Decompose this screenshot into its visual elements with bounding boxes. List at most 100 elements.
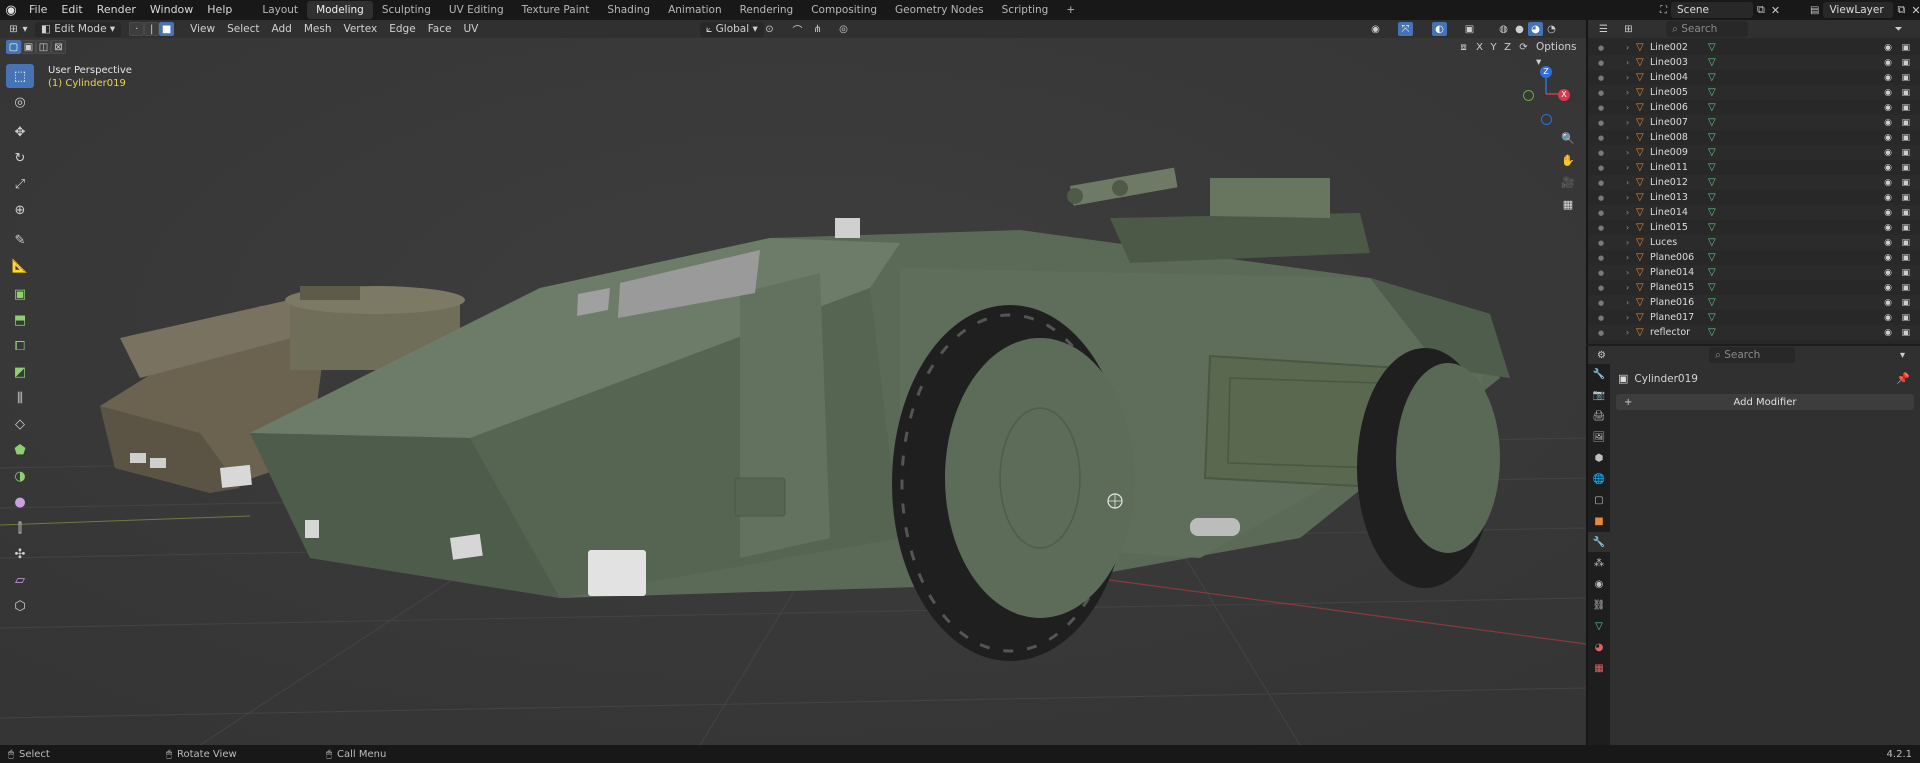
shear-tool-icon[interactable]: ▱ <box>6 568 34 592</box>
pan-hand-icon[interactable]: ✋ <box>1558 150 1578 170</box>
eye-icon[interactable]: ◉ <box>1884 208 1892 218</box>
axis-x-toggle[interactable]: X <box>1472 40 1487 54</box>
camera-render-icon[interactable]: ▣ <box>1901 253 1910 263</box>
eye-icon[interactable]: ◉ <box>1884 58 1892 68</box>
cursor-tool-icon[interactable]: ◎ <box>6 90 34 114</box>
camera-render-icon[interactable]: ▣ <box>1901 148 1910 158</box>
camera-render-icon[interactable]: ▣ <box>1901 58 1910 68</box>
mesh-data-icon[interactable]: ▽ <box>1708 207 1716 218</box>
particles-tab-icon[interactable]: ⁂ <box>1588 553 1610 573</box>
pin-icon[interactable]: 📌 <box>1896 372 1910 385</box>
outliner-row[interactable]: ● › ▽ Plane015 ▽ ◉ ▣ <box>1588 280 1920 295</box>
snap-target-icon[interactable]: ⋔ <box>810 22 825 36</box>
mesh-data-icon[interactable]: ▽ <box>1708 102 1716 113</box>
camera-render-icon[interactable]: ▣ <box>1901 208 1910 218</box>
scene-tab-icon[interactable]: ⬢ <box>1588 448 1610 468</box>
expand-arrow-icon[interactable]: › <box>1626 298 1636 307</box>
bevel-tool-icon[interactable]: ◩ <box>6 360 34 384</box>
outliner-row[interactable]: ● › ▽ Plane014 ▽ ◉ ▣ <box>1588 265 1920 280</box>
expand-arrow-icon[interactable]: › <box>1626 328 1636 337</box>
outliner-row[interactable]: ● › ▽ Plane006 ▽ ◉ ▣ <box>1588 250 1920 265</box>
eye-icon[interactable]: ◉ <box>1884 238 1892 248</box>
vertex-select-icon[interactable]: · <box>129 22 145 36</box>
new-scene-icon[interactable]: ⧉ <box>1757 3 1765 17</box>
visibility-icon[interactable]: ◉ <box>1368 22 1383 36</box>
outliner-item-name[interactable]: Line005 <box>1650 87 1708 98</box>
scene-name-field[interactable]: Scene <box>1671 2 1753 18</box>
camera-render-icon[interactable]: ▣ <box>1901 88 1910 98</box>
outliner-item-name[interactable]: Plane017 <box>1650 312 1708 323</box>
camera-view-icon[interactable]: 🎥 <box>1558 172 1578 192</box>
shading-solid-icon[interactable]: ● <box>1512 22 1527 36</box>
outliner-row[interactable]: ● › ▽ Line003 ▽ ◉ ▣ <box>1588 55 1920 70</box>
extrude-tool-icon[interactable]: ⬒ <box>6 308 34 332</box>
proportional-edit-icon[interactable]: ◎ <box>836 22 851 36</box>
rip-tool-icon[interactable]: ⬡ <box>6 594 34 618</box>
scale-tool-icon[interactable]: ⤢ <box>6 172 34 196</box>
camera-render-icon[interactable]: ▣ <box>1901 298 1910 308</box>
viewlayer-selector[interactable]: ▤ ViewLayer ⧉ ✕ <box>1810 2 1920 18</box>
outliner-item-name[interactable]: Line012 <box>1650 177 1708 188</box>
shrink-fatten-tool-icon[interactable]: ✣ <box>6 542 34 566</box>
eye-icon[interactable]: ◉ <box>1884 313 1892 323</box>
outliner-row[interactable]: ● › ▽ Line013 ▽ ◉ ▣ <box>1588 190 1920 205</box>
edge-select-icon[interactable]: | <box>144 22 160 36</box>
face-select-icon[interactable]: ■ <box>159 22 175 36</box>
expand-arrow-icon[interactable]: › <box>1626 118 1636 127</box>
eye-icon[interactable]: ◉ <box>1884 133 1892 143</box>
delete-scene-icon[interactable]: ✕ <box>1771 4 1780 17</box>
material-tab-icon[interactable]: ◕ <box>1588 637 1610 657</box>
rotate-tool-icon[interactable]: ↻ <box>6 146 34 170</box>
workspace-tab-modeling[interactable]: Modeling <box>307 1 373 19</box>
workspace-tab-texture-paint[interactable]: Texture Paint <box>513 1 599 19</box>
axis-y-toggle[interactable]: Y <box>1486 40 1501 54</box>
snap-icon[interactable]: ⌒ <box>790 22 805 37</box>
outliner-row[interactable]: ● › ▽ Luces ▽ ◉ ▣ <box>1588 235 1920 250</box>
eye-icon[interactable]: ◉ <box>1884 193 1892 203</box>
output-tab-icon[interactable]: 🖨 <box>1588 406 1610 426</box>
chevron-down-icon[interactable]: ▾ <box>1895 348 1910 362</box>
viewport-menu-add[interactable]: Add <box>265 22 297 37</box>
camera-render-icon[interactable]: ▣ <box>1901 268 1910 278</box>
camera-render-icon[interactable]: ▣ <box>1901 118 1910 128</box>
mesh-data-icon[interactable]: ▽ <box>1708 57 1716 68</box>
outliner-item-name[interactable]: Plane015 <box>1650 282 1708 293</box>
select-box-tool-icon[interactable]: ⬚ <box>6 64 34 88</box>
mesh-data-icon[interactable]: ▽ <box>1708 117 1716 128</box>
select-mode-subtract-icon[interactable]: ◫ <box>36 40 51 54</box>
workspace-tab-sculpting[interactable]: Sculpting <box>373 1 440 19</box>
outliner-item-name[interactable]: Plane014 <box>1650 267 1708 278</box>
outliner-item-name[interactable]: Line009 <box>1650 147 1708 158</box>
camera-render-icon[interactable]: ▣ <box>1901 133 1910 143</box>
add-modifier-button[interactable]: + Add Modifier <box>1616 394 1914 410</box>
transform-orientation-selector[interactable]: ⟀ Global ▾ <box>700 21 764 37</box>
editor-type-icon[interactable]: ⊞ <box>6 22 21 36</box>
workspace-tab-geometry-nodes[interactable]: Geometry Nodes <box>886 1 993 19</box>
expand-arrow-icon[interactable]: › <box>1626 163 1636 172</box>
outliner-row[interactable]: ● › ▽ Line012 ▽ ◉ ▣ <box>1588 175 1920 190</box>
camera-render-icon[interactable]: ▣ <box>1901 223 1910 233</box>
outliner-row[interactable]: ● › ▽ Line008 ▽ ◉ ▣ <box>1588 130 1920 145</box>
shading-rendered-icon[interactable]: ◔ <box>1544 22 1559 36</box>
eye-icon[interactable]: ◉ <box>1884 73 1892 83</box>
eye-icon[interactable]: ◉ <box>1884 163 1892 173</box>
eye-icon[interactable]: ◉ <box>1884 298 1892 308</box>
mesh-data-icon[interactable]: ▽ <box>1708 132 1716 143</box>
outliner-row[interactable]: ● › ▽ Line009 ▽ ◉ ▣ <box>1588 145 1920 160</box>
transform-tool-icon[interactable]: ⊕ <box>6 198 34 222</box>
knife-tool-icon[interactable]: ◇ <box>6 412 34 436</box>
mesh-data-icon[interactable]: ▽ <box>1708 87 1716 98</box>
mesh-data-icon[interactable]: ▽ <box>1708 162 1716 173</box>
menu-render[interactable]: Render <box>90 0 143 20</box>
viewlayer-name-field[interactable]: ViewLayer <box>1823 2 1894 18</box>
camera-render-icon[interactable]: ▣ <box>1901 238 1910 248</box>
perspective-toggle-icon[interactable]: ▦ <box>1558 194 1578 214</box>
delete-viewlayer-icon[interactable]: ✕ <box>1911 4 1920 17</box>
eye-icon[interactable]: ◉ <box>1884 283 1892 293</box>
expand-arrow-icon[interactable]: › <box>1626 238 1636 247</box>
workspace-tab-compositing[interactable]: Compositing <box>802 1 886 19</box>
move-tool-icon[interactable]: ✥ <box>6 120 34 144</box>
viewport-menu-select[interactable]: Select <box>221 22 265 37</box>
menu-window[interactable]: Window <box>143 0 200 20</box>
mirror-icon[interactable]: ⧈ <box>1456 40 1471 54</box>
